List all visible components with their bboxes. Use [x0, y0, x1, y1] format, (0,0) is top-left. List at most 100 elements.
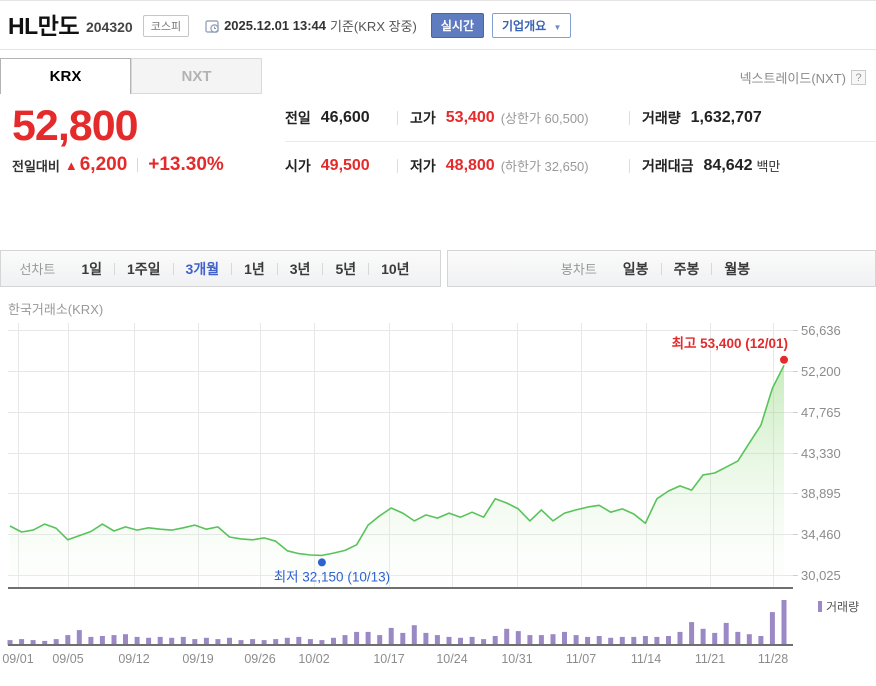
- candle-item-월봉[interactable]: 월봉: [712, 259, 762, 279]
- volume-bar: [574, 635, 579, 645]
- stock-page: HL만도 204320 코스피 2025.12.01 13:44 기준(KRX …: [0, 1, 876, 681]
- volume-bar: [527, 635, 532, 645]
- period-item-3개월[interactable]: 3개월: [174, 259, 232, 279]
- page-header: HL만도 204320 코스피 2025.12.01 13:44 기준(KRX …: [0, 1, 876, 47]
- volume-bar: [747, 634, 752, 645]
- info-label: 시가: [285, 156, 311, 176]
- volume-bar: [504, 629, 509, 645]
- info-limit-value: (하한가 32,650): [501, 156, 589, 175]
- help-icon[interactable]: ?: [851, 70, 866, 85]
- volume-bar: [551, 634, 556, 645]
- volume-bar: [770, 612, 775, 645]
- period-item-10년[interactable]: 10년: [369, 259, 421, 279]
- volume-bar: [666, 636, 671, 645]
- clock-icon: [205, 19, 219, 33]
- info-value: 49,500: [321, 157, 370, 175]
- volume-bar: [423, 633, 428, 645]
- exchange-tabs: KRX NXT 넥스트레이드(NXT) ?: [0, 58, 876, 94]
- line-chart-period-group: 선차트1일1주일3개월1년3년5년10년: [0, 250, 441, 287]
- quote-datetime: 2025.12.01 13:44 기준(KRX 장중): [205, 16, 417, 35]
- y-tick-label: 38,895: [801, 486, 841, 501]
- price-section: 52,800 전일대비 ▲ 6,200 +13.30% 전일46,600고가53…: [0, 94, 876, 246]
- cell-separator: [397, 111, 398, 125]
- tab-nxt[interactable]: NXT: [131, 58, 262, 94]
- high-point-dot: [780, 356, 788, 364]
- volume-bar: [712, 633, 717, 645]
- volume-bar: [296, 637, 301, 645]
- tab-krx[interactable]: KRX: [0, 58, 131, 94]
- quote-info-table: 전일 46,600 고가53,400(상한가 60,500)거래량1,632,707…: [285, 94, 876, 189]
- x-tick-label: 10/24: [436, 652, 467, 666]
- volume-bar: [447, 637, 452, 645]
- chart-canvas[interactable]: 56,63652,20047,76543,33038,89534,46030,0…: [0, 313, 876, 681]
- volume-bar: [782, 600, 787, 645]
- cell-separator: [629, 159, 630, 173]
- x-tick-label: 10/31: [501, 652, 532, 666]
- info-cell: 거래량1,632,707: [629, 108, 849, 128]
- stock-code: 204320: [86, 19, 133, 35]
- info-label: 거래량: [642, 108, 681, 128]
- volume-bar: [389, 628, 394, 645]
- quote-info-row-2: 시가49,500저가48,800(하한가 32,650)거래대금84,642백만: [285, 142, 876, 189]
- high-annotation: 최고 53,400 (12/01): [672, 336, 788, 351]
- volume-bar: [631, 637, 636, 645]
- volume-bar: [735, 632, 740, 645]
- volume-bar: [412, 625, 417, 645]
- x-tick-label: 09/12: [118, 652, 149, 666]
- info-value: 48,800: [446, 157, 495, 175]
- x-tick-label: 10/17: [373, 652, 404, 666]
- low-annotation: 최저 32,150 (10/13): [274, 569, 390, 584]
- volume-bar: [643, 636, 648, 645]
- market-badge: 코스피: [143, 15, 189, 37]
- info-label: 저가: [410, 156, 436, 176]
- volume-bar: [654, 637, 659, 645]
- y-tick-label: 47,765: [801, 405, 841, 420]
- low-point-dot: [318, 558, 326, 566]
- info-unit: 백만: [756, 156, 780, 175]
- up-arrow-icon: ▲: [65, 158, 78, 173]
- volume-bar: [620, 637, 625, 645]
- quote-info-row-1: 전일 46,600 고가53,400(상한가 60,500)거래량1,632,707: [285, 94, 876, 141]
- info-cell: 고가53,400(상한가 60,500): [397, 108, 629, 128]
- x-tick-label: 11/28: [758, 652, 788, 666]
- nxt-note: 넥스트레이드(NXT) ?: [740, 68, 866, 87]
- volume-bar: [493, 636, 498, 645]
- x-tick-label: 09/05: [52, 652, 83, 666]
- volume-bar: [135, 637, 140, 645]
- price-area-fill: [10, 365, 784, 588]
- volume-bar: [354, 632, 359, 645]
- period-item-1년[interactable]: 1년: [232, 259, 277, 279]
- info-value: 46,600: [321, 109, 370, 127]
- chevron-down-icon: ▼: [554, 23, 562, 32]
- volume-bar: [689, 622, 694, 645]
- company-overview-button[interactable]: 기업개요 ▼: [492, 13, 571, 38]
- candle-item-주봉[interactable]: 주봉: [662, 259, 712, 279]
- info-label: 전일: [285, 108, 311, 128]
- period-item-5년[interactable]: 5년: [323, 259, 368, 279]
- candle-item-일봉[interactable]: 일봉: [611, 259, 661, 279]
- period-item-1일[interactable]: 1일: [69, 259, 114, 279]
- info-value: 53,400: [446, 109, 495, 127]
- cell-separator: [629, 111, 630, 125]
- volume-bar: [366, 632, 371, 645]
- quote-time-suffix: 기준(KRX 장중): [330, 16, 417, 35]
- candle-chart-period-group: 봉차트일봉주봉월봉: [447, 250, 876, 287]
- info-label: 거래대금: [642, 156, 694, 176]
- volume-legend-icon: [818, 601, 822, 612]
- realtime-button[interactable]: 실시간: [431, 13, 484, 38]
- period-item-1주일[interactable]: 1주일: [115, 259, 173, 279]
- volume-bar: [123, 634, 128, 645]
- x-tick-label: 09/19: [182, 652, 213, 666]
- volume-bar: [597, 636, 602, 645]
- volume-bar: [585, 637, 590, 645]
- period-item-3년[interactable]: 3년: [278, 259, 323, 279]
- x-tick-label: 10/02: [298, 652, 329, 666]
- quote-time: 2025.12.01 13:44: [224, 18, 326, 33]
- company-overview-label: 기업개요: [502, 19, 546, 33]
- volume-legend-label: 거래량: [826, 600, 859, 614]
- change-value: 6,200: [80, 154, 128, 176]
- volume-bar: [470, 637, 475, 645]
- chart-toolbar: 선차트1일1주일3개월1년3년5년10년 봉차트일봉주봉월봉: [0, 250, 876, 287]
- x-tick-label: 11/14: [631, 652, 661, 666]
- change-percent: +13.30%: [148, 154, 224, 176]
